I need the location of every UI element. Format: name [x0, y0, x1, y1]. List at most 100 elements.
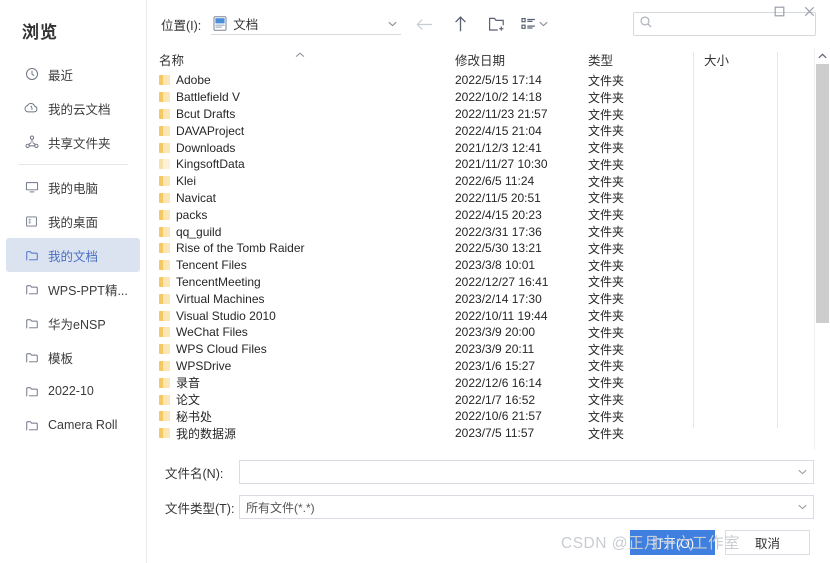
location-combobox[interactable]: 文档 — [211, 13, 402, 35]
sidebar-item-my-cloud-docs[interactable]: 我的云文档 — [6, 91, 140, 125]
file-date-cell: 2022/10/11 19:44 — [455, 308, 548, 323]
table-row[interactable]: KingsoftData 2021/11/27 10:30 文件夹 — [155, 156, 814, 173]
open-button[interactable]: 打开(O) — [630, 530, 715, 555]
sidebar-item-my-computer[interactable]: 我的电脑 — [6, 170, 140, 204]
column-header-size[interactable]: 大小 — [704, 50, 788, 72]
file-type-cell: 文件夹 — [588, 258, 625, 273]
folder-icon — [24, 384, 39, 399]
file-name-label: packs — [176, 207, 208, 222]
file-type-cell: 文件夹 — [588, 292, 625, 307]
file-name-cell: 秘书处 — [155, 408, 455, 425]
table-row[interactable]: 我的数据源 2023/7/5 11:57 文件夹 — [155, 425, 814, 442]
file-list-scrollbar[interactable] — [814, 48, 830, 450]
scroll-down-arrow-icon[interactable] — [815, 432, 830, 450]
file-name-cell: Klei — [155, 174, 455, 188]
column-header-name[interactable]: 名称 — [155, 50, 455, 72]
chevron-down-icon[interactable] — [798, 469, 807, 475]
table-row[interactable]: WeChat Files 2023/3/9 20:00 文件夹 — [155, 324, 814, 341]
sidebar-title: 浏览 — [22, 23, 58, 42]
sidebar-item-templates[interactable]: 模板 — [6, 340, 140, 374]
filename-input[interactable] — [239, 460, 814, 484]
folder-icon — [159, 310, 170, 321]
file-type-cell: 文件夹 — [588, 376, 625, 391]
file-date-cell: 2022/12/6 16:14 — [455, 375, 542, 390]
table-row[interactable]: WPSDrive 2023/1/6 15:27 文件夹 — [155, 358, 814, 375]
table-row[interactable]: Navicat 2022/11/5 20:51 文件夹 — [155, 190, 814, 207]
location-label: 位置(I): — [161, 18, 202, 33]
table-row[interactable]: Visual Studio 2010 2022/10/11 19:44 文件夹 — [155, 307, 814, 324]
open-button-label: 打开(O) — [650, 537, 695, 551]
sidebar-item-my-desktop[interactable]: 我的桌面 — [6, 204, 140, 238]
maximize-button[interactable] — [766, 1, 792, 21]
file-date-cell: 2023/3/9 20:00 — [455, 325, 536, 340]
table-row[interactable]: DAVAProject 2022/4/15 21:04 文件夹 — [155, 122, 814, 139]
file-name-cell: Visual Studio 2010 — [155, 309, 455, 323]
file-name-label: 我的数据源 — [176, 426, 237, 441]
file-date-cell: 2022/1/7 16:52 — [455, 392, 536, 407]
file-date-cell: 2021/11/27 10:30 — [455, 157, 548, 172]
file-name-cell: Bcut Drafts — [155, 107, 455, 121]
filetype-select[interactable]: 所有文件(*.*) — [239, 495, 814, 519]
column-header-type[interactable]: 类型 — [588, 50, 704, 72]
filetype-label: 文件类型(T): — [165, 501, 235, 516]
view-options-button[interactable] — [521, 17, 548, 31]
table-row[interactable]: Rise of the Tomb Raider 2022/5/30 13:21 文件… — [155, 240, 814, 257]
file-date-cell: 2022/4/15 20:23 — [455, 207, 542, 222]
sidebar-item-2022-10[interactable]: 2022-10 — [6, 374, 140, 408]
file-name-cell: Navicat — [155, 191, 455, 205]
file-type-cell: 文件夹 — [588, 191, 625, 206]
folder-icon — [159, 108, 170, 119]
file-name-label: Tencent Files — [176, 258, 247, 273]
folder-icon — [159, 327, 170, 338]
file-type-cell: 文件夹 — [588, 174, 625, 189]
up-button[interactable] — [447, 11, 473, 37]
table-row[interactable]: Downloads 2021/12/3 12:41 文件夹 — [155, 139, 814, 156]
table-row[interactable]: 秘书处 2022/10/6 21:57 文件夹 — [155, 408, 814, 425]
table-row[interactable]: Adobe 2022/5/15 17:14 文件夹 — [155, 72, 814, 89]
table-row[interactable]: 论文 2022/1/7 16:52 文件夹 — [155, 391, 814, 408]
file-name-cell: WPS Cloud Files — [155, 342, 455, 356]
sidebar-item-label: 我的云文档 — [48, 102, 111, 117]
sidebar-item-wps-ppt[interactable]: WPS-PPT精... — [6, 272, 140, 306]
file-name-label: 秘书处 — [176, 409, 213, 424]
table-row[interactable]: 录音 2022/12/6 16:14 文件夹 — [155, 374, 814, 391]
folder-icon — [159, 176, 170, 187]
close-icon[interactable] — [796, 1, 822, 21]
chevron-down-icon[interactable] — [798, 504, 807, 510]
sidebar-item-shared-folder[interactable]: 共享文件夹 — [6, 125, 140, 159]
file-type-cell: 文件夹 — [588, 359, 625, 374]
folder-icon — [159, 125, 170, 136]
table-row[interactable]: Klei 2022/6/5 11:24 文件夹 — [155, 173, 814, 190]
table-row[interactable]: WPS Cloud Files 2023/3/9 20:11 文件夹 — [155, 341, 814, 358]
table-row[interactable]: packs 2022/4/15 20:23 文件夹 — [155, 206, 814, 223]
scroll-up-arrow-icon[interactable] — [815, 48, 830, 64]
chevron-down-icon[interactable] — [388, 21, 397, 27]
table-row[interactable]: qq_guild 2022/3/31 17:36 文件夹 — [155, 223, 814, 240]
sidebar-item-label: 我的桌面 — [48, 215, 99, 230]
back-button[interactable] — [411, 11, 437, 37]
sidebar-item-huawei-ensp[interactable]: 华为eNSP — [6, 306, 140, 340]
table-row[interactable]: Battlefield V 2022/10/2 14:18 文件夹 — [155, 89, 814, 106]
cancel-button[interactable]: 取消 — [725, 530, 810, 555]
sidebar-item-label: 共享文件夹 — [48, 136, 111, 151]
column-header-date[interactable]: 修改日期 — [455, 50, 588, 72]
file-name-cell: DAVAProject — [155, 124, 455, 138]
table-row[interactable]: Virtual Machines 2023/2/14 17:30 文件夹 — [155, 290, 814, 307]
file-date-cell: 2022/4/15 21:04 — [455, 123, 542, 138]
file-date-cell: 2023/3/9 20:11 — [455, 342, 535, 357]
scrollbar-track[interactable] — [815, 64, 830, 434]
sidebar-item-my-documents[interactable]: 我的文档 — [6, 238, 140, 272]
table-row[interactable]: Tencent Files 2023/3/8 10:01 文件夹 — [155, 257, 814, 274]
new-folder-button[interactable] — [483, 11, 509, 37]
toolbar: 位置(I): 文档 — [147, 0, 830, 48]
file-name-label: 论文 — [176, 393, 201, 408]
sidebar-item-camera-roll[interactable]: Camera Roll — [6, 408, 140, 442]
file-name-label: TencentMeeting — [176, 274, 261, 289]
sidebar-item-recent[interactable]: 最近 — [6, 57, 140, 91]
table-row[interactable]: Bcut Drafts 2022/11/23 21:57 文件夹 — [155, 106, 814, 123]
window-controls — [766, 0, 830, 22]
file-type-cell: 文件夹 — [588, 73, 625, 88]
file-date-cell: 2022/10/6 21:57 — [455, 409, 542, 424]
table-row[interactable]: TencentMeeting 2022/12/27 16:41 文件夹 — [155, 274, 814, 291]
scrollbar-thumb[interactable] — [816, 64, 829, 323]
